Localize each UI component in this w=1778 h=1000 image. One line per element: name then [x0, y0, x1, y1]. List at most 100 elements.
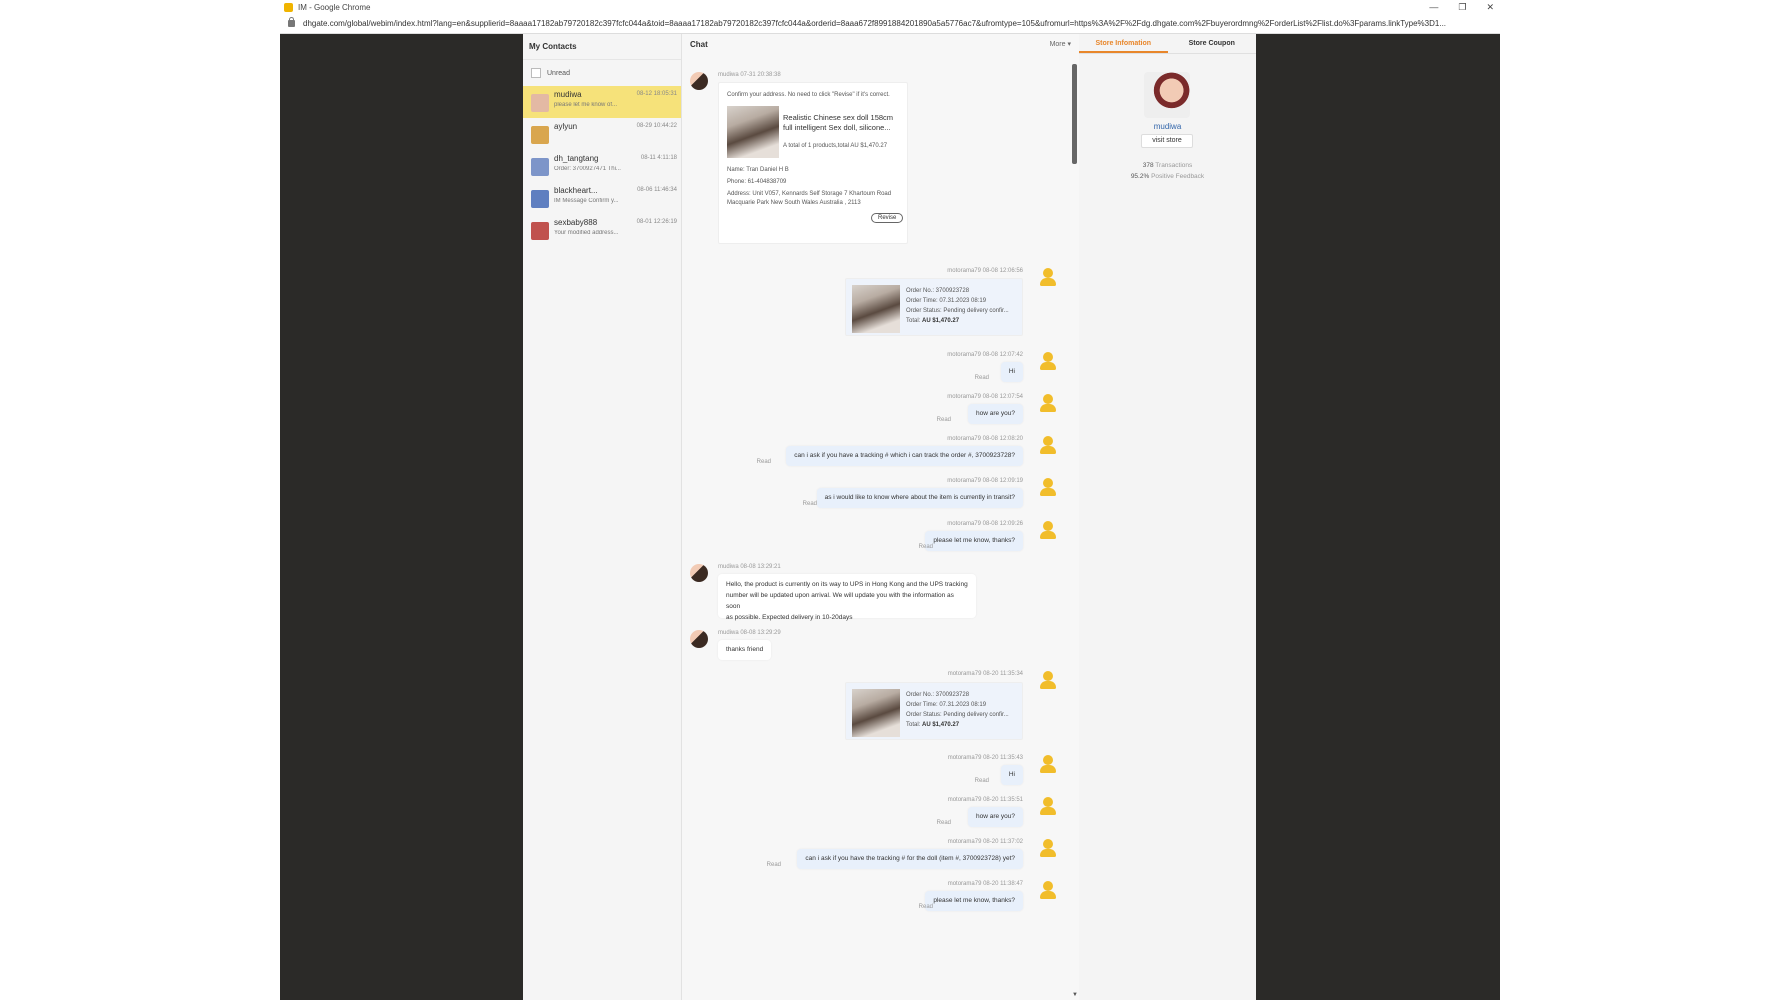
contact-time: 08-01 12:26:19: [636, 219, 677, 225]
minimize-icon[interactable]: —: [1429, 2, 1438, 12]
user-avatar: [1039, 436, 1057, 454]
contact-item[interactable]: sexbaby888 08-01 12:26:19 Your modified …: [523, 214, 681, 246]
close-icon[interactable]: ✕: [1486, 2, 1494, 13]
seller-avatar: [690, 72, 708, 90]
unread-filter[interactable]: Unread: [523, 60, 681, 86]
user-avatar: [1039, 268, 1057, 286]
order-card[interactable]: Order No.: 3700923728 Order Time: 07.31.…: [845, 278, 1023, 336]
scroll-down-icon[interactable]: ▼: [1072, 992, 1078, 998]
message-meta: motorama79 08-08 12:08:20: [947, 436, 1023, 442]
chat-header: Chat More ▾: [682, 34, 1079, 54]
product-total: A total of 1 products,total AU $1,470.27: [783, 143, 888, 149]
message-bubble: as i would like to know where about the …: [816, 488, 1023, 508]
contact-preview: Your modified address...: [554, 230, 619, 236]
lock-icon[interactable]: [288, 17, 295, 27]
unread-checkbox[interactable]: [531, 68, 541, 78]
chat-panel: Chat More ▾ mudiwa 07-31 20:38:38 Confir…: [682, 34, 1079, 1000]
user-avatar: [1039, 671, 1057, 689]
more-menu[interactable]: More ▾: [1050, 40, 1071, 48]
read-status: Read: [936, 820, 951, 826]
product-thumbnail[interactable]: [727, 106, 779, 158]
tab-store-coupon[interactable]: Store Coupon: [1168, 34, 1257, 53]
message-bubble: Hi: [1000, 362, 1023, 382]
message-meta: motorama79 08-08 12:07:42: [947, 352, 1023, 358]
tab-store-information[interactable]: Store Infomation: [1079, 34, 1168, 53]
unread-label: Unread: [547, 69, 570, 77]
order-card[interactable]: Order No.: 3700923728 Order Time: 07.31.…: [845, 682, 1023, 740]
order-time: Order Time: 07.31.2023 08:19: [906, 298, 987, 304]
window-title: IM - Google Chrome: [298, 2, 371, 12]
chat-scrollbar[interactable]: ▼: [1072, 64, 1078, 1000]
revise-button[interactable]: Revise: [871, 213, 904, 223]
user-avatar: [1039, 755, 1057, 773]
avatar: [531, 222, 549, 240]
order-total-label: Total:: [906, 318, 921, 324]
product-title-2[interactable]: full intelligent Sex doll, silicone...: [783, 123, 891, 132]
message-line: Hello, the product is currently on its w…: [726, 581, 968, 588]
message-bubble: how are you?: [967, 807, 1023, 827]
message-meta: mudiwa 08-08 13:29:21: [718, 564, 781, 570]
message-meta: mudiwa 07-31 20:38:38: [718, 72, 781, 78]
address-bar[interactable]: dhgate.com/global/webim/index.html?lang=…: [280, 14, 1500, 34]
title-bar: IM - Google Chrome — ❐ ✕: [280, 0, 1500, 14]
contact-item[interactable]: blackheart... 08-06 11:46:34 IM Message …: [523, 182, 681, 214]
order-number: Order No.: 3700923728: [906, 692, 970, 698]
store-name[interactable]: mudiwa: [1079, 122, 1256, 131]
feedback-label: Positive Feedback: [1151, 173, 1205, 180]
contact-item[interactable]: mudiwa 08-12 18:05:31 please let me know…: [523, 86, 681, 118]
order-status: Order Status: Pending delivery confir...: [906, 712, 1009, 718]
read-status: Read: [766, 862, 781, 868]
message-bubble: can i ask if you have a tracking # which…: [786, 446, 1023, 466]
chat-title: Chat: [690, 39, 708, 49]
read-status: Read: [974, 778, 989, 784]
contact-preview: please let me know of...: [554, 102, 618, 108]
message-meta: motorama79 08-20 11:35:51: [947, 797, 1023, 803]
product-title-1[interactable]: Realistic Chinese sex doll 158cm: [783, 113, 893, 122]
transactions-stat: 378 Transactions: [1079, 162, 1256, 169]
user-avatar: [1039, 521, 1057, 539]
read-status: Read: [918, 544, 933, 550]
message-meta: motorama79 08-20 11:37:02: [947, 839, 1023, 845]
message-bubble: how are you?: [967, 404, 1023, 424]
message-meta: mudiwa 08-08 13:29:29: [718, 630, 781, 636]
restore-icon[interactable]: ❐: [1458, 2, 1466, 13]
app-icon: [284, 2, 293, 12]
transactions-value: 378: [1142, 162, 1154, 169]
user-avatar: [1039, 352, 1057, 370]
message-bubble: please let me know, thanks?: [925, 531, 1023, 551]
user-avatar: [1039, 797, 1057, 815]
contact-time: 08-12 18:05:31: [636, 91, 677, 97]
message-meta: motorama79 08-08 12:07:54: [947, 394, 1023, 400]
address-phone: Phone: 61-404838709: [727, 179, 787, 185]
feedback-stat: 95.2% Positive Feedback: [1079, 173, 1256, 180]
page-area: My Contacts Unread mudiwa 08-12 18:05:31…: [280, 34, 1500, 1000]
contacts-title: My Contacts: [523, 34, 681, 60]
message-bubble: thanks friend: [718, 640, 772, 660]
contact-time: 08-11 4:11:18: [640, 155, 677, 161]
message-line: as possible. Expected delivery in 10-20d…: [726, 614, 853, 621]
user-avatar: [1039, 839, 1057, 857]
scrollbar-thumb[interactable]: [1072, 64, 1077, 164]
message-bubble: Hi: [1000, 765, 1023, 785]
im-panel: My Contacts Unread mudiwa 08-12 18:05:31…: [523, 34, 1256, 1000]
screen: IM - Google Chrome — ❐ ✕ dhgate.com/glob…: [0, 0, 1778, 1000]
message-line: number will be updated upon arrival. We …: [726, 592, 954, 610]
message-meta: motorama79 08-08 12:06:56: [947, 268, 1023, 274]
read-status: Read: [918, 904, 933, 910]
message-meta: motorama79 08-08 12:09:26: [947, 521, 1023, 527]
user-avatar: [1039, 881, 1057, 899]
confirm-text: Confirm your address. No need to click "…: [727, 92, 890, 98]
address-confirm-card: Confirm your address. No need to click "…: [718, 82, 908, 244]
order-total-value: AU $1,470.27: [922, 722, 960, 728]
order-total-value: AU $1,470.27: [922, 318, 960, 324]
url-text[interactable]: dhgate.com/global/webim/index.html?lang=…: [303, 19, 1493, 28]
seller-avatar: [690, 564, 708, 582]
avatar: [531, 190, 549, 208]
visit-store-button[interactable]: visit store: [1141, 134, 1193, 148]
read-status: Read: [756, 459, 771, 465]
store-avatar[interactable]: [1144, 72, 1190, 118]
contact-item[interactable]: dh_tangtang 08-11 4:11:18 Order: 3700927…: [523, 150, 681, 182]
user-avatar: [1039, 478, 1057, 496]
contact-item[interactable]: aylyun 08-29 10:44:22: [523, 118, 681, 150]
store-panel: Store Infomation Store Coupon mudiwa vis…: [1079, 34, 1256, 1000]
